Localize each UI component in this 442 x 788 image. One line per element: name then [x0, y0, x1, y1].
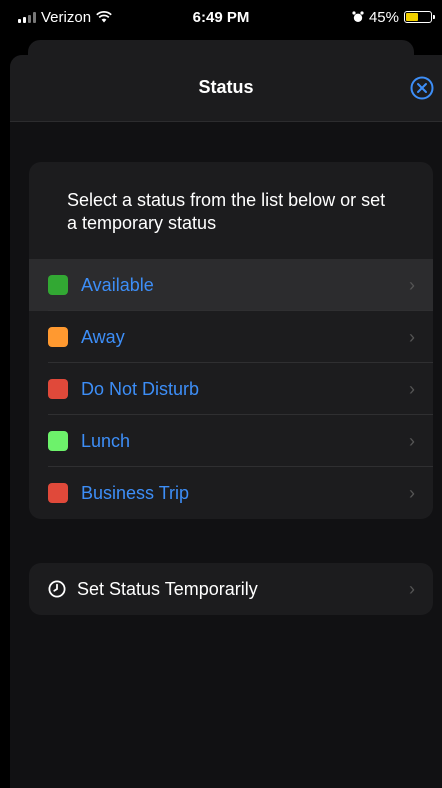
chevron-right-icon: › — [409, 482, 415, 503]
carrier-name: Verizon — [41, 8, 92, 26]
battery-percent: 45% — [368, 8, 399, 26]
close-icon[interactable] — [410, 76, 434, 100]
nav-bar: Status — [10, 55, 442, 122]
status-label: Away — [81, 326, 125, 347]
status-color-swatch — [48, 379, 68, 399]
status-label: Lunch — [81, 430, 131, 451]
status-row-available[interactable]: Available › — [29, 259, 433, 311]
status-color-swatch — [48, 275, 68, 295]
status-color-swatch — [48, 483, 68, 503]
chevron-right-icon: › — [409, 578, 415, 599]
chevron-right-icon: › — [409, 378, 415, 399]
carrier-group: Verizon — [0, 9, 112, 26]
battery-level — [406, 13, 418, 21]
clock-icon — [48, 580, 66, 598]
status-row-do-not-disturb[interactable]: Do Not Disturb › — [29, 363, 433, 415]
chevron-right-icon: › — [409, 274, 415, 295]
wifi-icon — [96, 11, 112, 23]
set-status-temporarily-button[interactable]: Set Status Temporarily › — [29, 563, 433, 615]
status-bar: Verizon 6:49 PM 45% — [0, 0, 442, 34]
status-row-away[interactable]: Away › — [29, 311, 433, 363]
chevron-right-icon: › — [409, 326, 415, 347]
temporary-status-card: Set Status Temporarily › — [29, 563, 433, 615]
instruction-text: Select a status from the list below or s… — [67, 190, 386, 233]
status-label: Available — [81, 274, 154, 295]
status-sheet: Status Select a status from the list bel… — [10, 55, 442, 788]
page-title: Status — [198, 77, 254, 97]
battery-icon — [404, 11, 435, 23]
status-row-lunch[interactable]: Lunch › — [29, 415, 433, 467]
status-row-business-trip[interactable]: Business Trip › — [29, 467, 433, 519]
set-status-temporarily-label: Set Status Temporarily — [77, 578, 258, 599]
signal-icon — [18, 11, 36, 23]
chevron-right-icon: › — [409, 430, 415, 451]
status-color-swatch — [48, 327, 68, 347]
status-list: Available › Away › Do Not Disturb › Lunch › Busi… — [29, 259, 433, 519]
alarm-icon — [352, 11, 364, 22]
battery-group: 45% — [352, 9, 442, 26]
status-label: Do Not Disturb — [81, 378, 200, 399]
status-color-swatch — [48, 431, 68, 451]
status-label: Business Trip — [81, 482, 190, 503]
status-list-card: Select a status from the list below or s… — [29, 162, 433, 519]
